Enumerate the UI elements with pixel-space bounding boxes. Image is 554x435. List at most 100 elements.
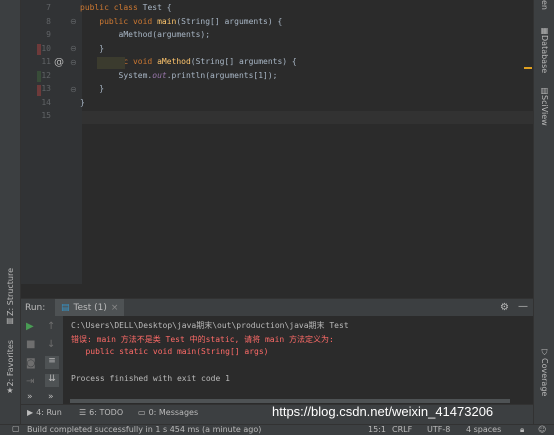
messages-tool-label: 0: Messages — [148, 408, 199, 417]
caret-position[interactable]: 15:1 — [368, 425, 386, 434]
sciview-tool-tab[interactable]: ▥ SciView — [536, 86, 553, 126]
database-icon: ▦ — [540, 26, 549, 35]
todo-tool-tab[interactable]: ☰ 6: TODO — [79, 408, 123, 417]
line-separator[interactable]: CRLF — [392, 425, 412, 434]
watermark-text: https://blog.csdn.net/weixin_41473206 — [272, 404, 494, 419]
code-token: public void — [99, 16, 158, 26]
fold-icon[interactable]: ⊖ — [70, 44, 77, 53]
shield-icon: ⛉ — [541, 348, 548, 357]
code-token: Test { — [142, 3, 172, 12]
close-icon[interactable]: × — [111, 303, 119, 313]
code-line[interactable]: } — [80, 98, 85, 107]
messages-tool-tab[interactable]: ▭ 0: Messages — [138, 408, 198, 417]
error-stripe-marker[interactable] — [524, 67, 532, 69]
code-token: } — [80, 97, 85, 107]
top-tool-tab[interactable]: en — [536, 0, 553, 10]
database-tool-tab[interactable]: ▦ Database — [536, 26, 553, 73]
file-encoding[interactable]: UTF-8 — [427, 425, 450, 434]
run-icon: ▶ — [27, 408, 34, 417]
override-annotation-icon[interactable]: @ — [54, 57, 64, 68]
code-token: out — [152, 70, 167, 80]
code-line[interactable]: } — [80, 84, 104, 93]
code-token: } — [80, 84, 105, 93]
more-icon[interactable]: » — [48, 392, 54, 402]
stop-icon[interactable]: ■ — [26, 339, 35, 350]
line-number: 14 — [41, 97, 51, 107]
fold-icon[interactable]: ⊖ — [70, 58, 77, 67]
coverage-tab-label: Coverage — [540, 358, 549, 397]
code-line[interactable]: aMethod(arguments); — [80, 30, 211, 39]
sciview-tab-label: SciView — [540, 95, 549, 126]
run-panel-header: Run: ▤ Test (1) × ⚙ — — [21, 298, 533, 319]
line-number: 12 — [41, 70, 51, 80]
rerun-icon[interactable]: ▶ — [26, 321, 34, 332]
structure-icon: ▤ — [6, 315, 14, 325]
run-tool-tab[interactable]: ▶ 4: Run — [27, 408, 62, 417]
left-tool-strip: Z: Structure ▤ 2: Favorites ★ — [0, 0, 21, 424]
code-token: System. — [80, 70, 153, 80]
fold-icon[interactable]: ⊖ — [70, 17, 77, 26]
code-line[interactable]: public void main(String[] arguments) { — [80, 17, 282, 26]
line-number: 9 — [46, 30, 51, 39]
code-token: (String[] arguments) { — [176, 16, 283, 26]
more-icon[interactable]: » — [27, 392, 33, 402]
console-line: public static void main(String[] args) — [71, 347, 269, 356]
inspector-icon[interactable]: ☺ — [538, 425, 546, 434]
console-line: C:\Users\DELL\Desktop\java期末\out\product… — [71, 321, 349, 330]
run-panel-title: Run: — [25, 303, 46, 313]
arrow-down-icon[interactable]: ↓ — [47, 339, 55, 350]
code-token: aMethod — [157, 57, 191, 66]
code-token: .println(arguments[1]); — [166, 70, 278, 80]
minimize-icon[interactable]: — — [518, 301, 528, 312]
code-token: public class — [80, 3, 143, 12]
line-number: 15 — [41, 111, 51, 120]
status-bar: ▢ Build completed successfully in 1 s 45… — [0, 424, 554, 435]
top-tab-label: en — [540, 0, 549, 10]
code-line[interactable]: System.out.println(arguments[1]); — [80, 70, 278, 80]
star-icon: ★ — [6, 386, 14, 396]
todo-tool-label: 6: TODO — [89, 408, 124, 417]
line-number: 10 — [41, 43, 51, 53]
console-line: 错误: main 方法不是类 Test 中的static, 请将 main 方法… — [71, 334, 334, 344]
list-icon: ☰ — [79, 408, 87, 417]
usage-highlight — [97, 57, 125, 69]
database-tab-label: Database — [540, 35, 549, 74]
run-toolbar: ▶ ↑ ■ ↓ ◙ ≡ ⇥ ⇊ » » — [21, 316, 63, 404]
fold-icon[interactable]: ⊖ — [70, 85, 77, 94]
console-horizontal-scrollbar[interactable] — [70, 399, 510, 403]
favorites-tool-tab[interactable]: 2: Favorites ★ — [2, 340, 18, 395]
structure-tool-tab[interactable]: Z: Structure ▤ — [2, 268, 18, 325]
console-line: Process finished with exit code 1 — [71, 374, 230, 383]
gear-icon[interactable]: ⚙ — [500, 302, 509, 313]
code-line[interactable]: public class Test { — [80, 3, 172, 12]
soft-wrap-icon[interactable]: ≡ — [45, 356, 59, 369]
change-marker — [37, 44, 41, 55]
status-message[interactable]: Build completed successfully in 1 s 454 … — [27, 425, 261, 434]
code-token: aMethod(arguments); — [80, 30, 211, 39]
line-number: 13 — [41, 84, 51, 93]
indent-setting[interactable]: 4 spaces — [466, 425, 501, 434]
scroll-to-end-icon[interactable]: ⇊ — [45, 374, 59, 387]
line-number: 7 — [46, 3, 51, 12]
change-marker — [37, 71, 41, 82]
code-token: main — [157, 16, 177, 26]
run-config-icon: ▤ — [61, 303, 70, 313]
line-number: 11 — [41, 57, 51, 66]
code-token: } — [80, 43, 105, 53]
line-number: 8 — [46, 16, 51, 26]
code-token: (String[] arguments) { — [190, 57, 297, 66]
messages-icon: ▭ — [138, 408, 146, 417]
status-toggle-icon[interactable]: ▢ — [12, 424, 20, 433]
run-console-output[interactable]: C:\Users\DELL\Desktop\java期末\out\product… — [63, 316, 533, 404]
structure-tab-label: Z: Structure — [5, 268, 15, 316]
arrow-up-icon[interactable]: ↑ — [47, 321, 55, 332]
exit-icon[interactable]: ⇥ — [26, 376, 34, 387]
change-marker — [37, 85, 41, 96]
camera-icon[interactable]: ◙ — [26, 358, 36, 369]
coverage-tool-tab[interactable]: ⛉ Coverage — [536, 348, 553, 396]
right-tool-strip: en ▦ Database ▥ SciView ⛉ Coverage — [533, 0, 554, 424]
code-line[interactable]: } — [80, 44, 104, 53]
run-tab-label: Test (1) — [73, 303, 107, 313]
sciview-icon: ▥ — [540, 86, 549, 95]
